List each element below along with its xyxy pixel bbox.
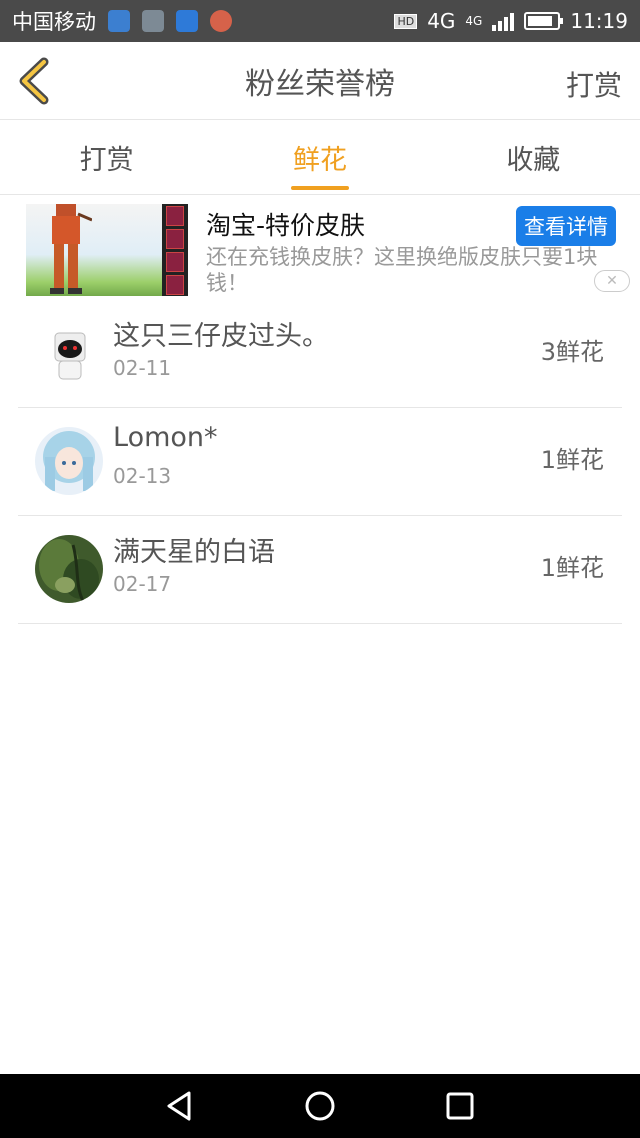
list-item[interactable]: Lomon* 02-13 1鲜花 <box>18 408 622 516</box>
nav-home-button[interactable] <box>300 1086 340 1126</box>
carrier-label: 中国移动 <box>12 10 96 34</box>
nav-back-button[interactable] <box>160 1086 200 1126</box>
app-notification-icon <box>176 10 198 32</box>
list-item[interactable]: 满天星的白语 02-17 1鲜花 <box>18 516 622 624</box>
nav-recents-button[interactable] <box>440 1086 480 1126</box>
network-label: 4G <box>427 9 456 33</box>
close-ad-button[interactable]: ✕ <box>594 270 630 292</box>
fan-name: 满天星的白语 <box>113 537 275 568</box>
tab-bar: 打赏 鲜花 收藏 <box>0 121 640 195</box>
fan-list: 这只三仔皮过头。 02-11 3鲜花 Lomon* 02-13 1鲜花 满天星的… <box>18 300 622 624</box>
avatar <box>35 427 103 495</box>
list-item[interactable]: 这只三仔皮过头。 02-11 3鲜花 <box>18 300 622 408</box>
tab-label: 打赏 <box>79 145 134 176</box>
ad-title: 淘宝-特价皮肤 <box>206 211 366 240</box>
fan-date: 02-13 <box>113 464 172 488</box>
avatar <box>35 535 103 603</box>
close-icon: ✕ <box>606 273 618 289</box>
tab-label: 收藏 <box>506 145 561 176</box>
message-notification-icon <box>108 10 130 32</box>
browser-notification-icon <box>210 10 232 32</box>
tab-favorites[interactable]: 收藏 <box>427 121 640 194</box>
reward-button[interactable]: 打赏 <box>566 64 622 104</box>
view-details-button[interactable]: 查看详情 <box>516 206 616 246</box>
square-recents-icon <box>446 1092 474 1120</box>
skin-thumbnails <box>162 204 188 296</box>
hd-icon: HD <box>394 13 418 29</box>
tab-reward[interactable]: 打赏 <box>0 121 213 194</box>
circle-home-icon <box>305 1091 335 1121</box>
avatar <box>35 319 103 387</box>
network-small-label: 4G <box>465 14 483 28</box>
ad-description: 还在充钱换皮肤？这里换绝版皮肤只要1块钱！ <box>206 245 598 295</box>
fan-date: 02-11 <box>113 356 172 380</box>
character-figure-image <box>50 204 92 294</box>
ad-banner[interactable]: 淘宝-特价皮肤 查看详情 还在充钱换皮肤？这里换绝版皮肤只要1块钱！ ✕ <box>0 196 640 300</box>
gallery-notification-icon <box>142 10 164 32</box>
fan-name: Lomon* <box>113 422 218 453</box>
flower-count: 3鲜花 <box>540 338 604 366</box>
flower-count: 1鲜花 <box>540 554 604 582</box>
system-navigation-bar <box>0 1074 640 1138</box>
app-header: 粉丝荣誉榜 打赏 <box>0 42 640 120</box>
signal-icon <box>492 11 515 31</box>
tab-flowers[interactable]: 鲜花 <box>213 121 426 194</box>
page-title: 粉丝荣誉榜 <box>245 66 395 102</box>
fan-date: 02-17 <box>113 572 172 596</box>
triangle-back-icon <box>167 1091 191 1121</box>
active-tab-indicator <box>290 186 349 190</box>
fan-name: 这只三仔皮过头。 <box>113 321 329 352</box>
tab-label: 鲜花 <box>292 145 347 176</box>
chevron-left-icon <box>19 57 49 105</box>
flower-count: 1鲜花 <box>540 446 604 474</box>
status-bar: 中国移动 HD 4G 4G 11:19 <box>0 0 640 42</box>
clock: 11:19 <box>570 9 628 33</box>
battery-icon <box>524 12 564 30</box>
back-button[interactable] <box>14 56 58 106</box>
ad-image <box>26 204 188 296</box>
